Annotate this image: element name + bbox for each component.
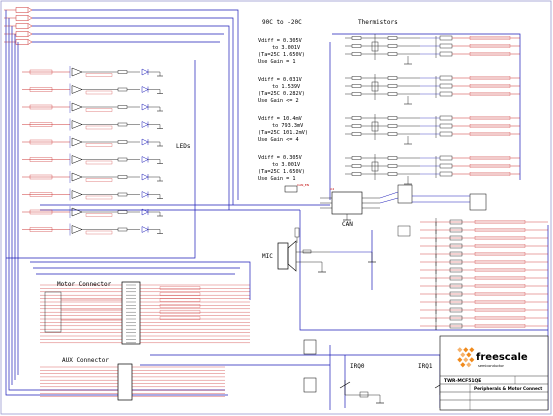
signal-row — [420, 235, 548, 242]
led-row — [22, 153, 163, 166]
svg-text:CAN_EN: CAN_EN — [297, 183, 309, 187]
svg-text:Vdiff = 0.305V: Vdiff = 0.305V — [258, 38, 302, 44]
can-label: CAN — [342, 221, 353, 228]
svg-text:Use Gain <= 4: Use Gain <= 4 — [258, 137, 299, 143]
thermistors-label: Thermistors — [358, 19, 398, 26]
microphone-circuit — [277, 225, 411, 273]
can-transceiver: CAN_EN U4 — [284, 183, 487, 221]
svg-text:to 1.539V: to 1.539V — [272, 84, 300, 90]
mic-label: MIC — [262, 253, 273, 260]
signal-row — [420, 219, 548, 226]
thermistor-group — [345, 114, 520, 145]
signal-row — [420, 307, 548, 314]
svg-text:Vdiff = 0.031V: Vdiff = 0.031V — [258, 77, 302, 83]
signal-row — [420, 283, 548, 290]
thermistor-array — [345, 34, 520, 185]
svg-text:(Ta=25C 101.2mV): (Ta=25C 101.2mV) — [258, 130, 308, 136]
svg-text:(Ta=25C 1.650V): (Ta=25C 1.650V) — [258, 52, 305, 58]
svg-text:Use Gain <= 2: Use Gain <= 2 — [258, 98, 299, 104]
thermistor-group — [345, 74, 520, 105]
motor-connector — [40, 281, 250, 345]
signal-row — [420, 243, 548, 250]
svg-text:Use Gain = 1: Use Gain = 1 — [258, 59, 295, 65]
svg-text:Vdiff = 10.4mV: Vdiff = 10.4mV — [258, 116, 302, 122]
led-row — [22, 118, 163, 131]
irq1-label: IRQ1 — [418, 363, 433, 370]
thermistor-group — [345, 154, 520, 185]
svg-text:to 3.001V: to 3.001V — [272, 45, 300, 51]
signal-row — [420, 259, 548, 266]
page-title: Peripherals & Motor Connect — [474, 386, 542, 391]
signal-row — [420, 315, 548, 322]
thermistor-group — [345, 34, 520, 65]
svg-text:Vdiff = 0.305V: Vdiff = 0.305V — [258, 155, 302, 161]
gain-note-2: Vdiff = 0.031V to 1.539V (Ta=25C 0.282V)… — [258, 77, 305, 104]
schematic-canvas: CAN_EN U4 90C to -20C Thermistors LEDs C… — [0, 0, 552, 415]
svg-text:to 3.001V: to 3.001V — [272, 162, 300, 168]
leds-label: LEDs — [176, 143, 191, 150]
aux-connector-label: AUX Connector — [62, 357, 109, 364]
led-row — [22, 188, 163, 201]
svg-text:U4: U4 — [330, 187, 334, 191]
led-row — [22, 101, 163, 113]
led-row — [22, 66, 163, 78]
led-row — [22, 223, 163, 236]
board-name: TWR-MCF51QE — [444, 378, 481, 384]
aux-connector — [40, 363, 225, 401]
svg-text:(Ta=25C 0.282V): (Ta=25C 0.282V) — [258, 91, 305, 97]
gain-note-3: Vdiff = 10.4mV to 793.3mV (Ta=25C 101.2m… — [258, 116, 308, 143]
svg-text:freescale: freescale — [476, 352, 528, 363]
led-row — [22, 136, 163, 148]
irq0-switch — [303, 339, 384, 404]
svg-text:(Ta=25C 1.650V): (Ta=25C 1.650V) — [258, 169, 305, 175]
gain-note-4: Vdiff = 0.305V to 3.001V (Ta=25C 1.650V)… — [258, 155, 305, 182]
led-row — [22, 206, 163, 218]
right-signal-rows — [420, 218, 548, 330]
signal-row — [420, 251, 548, 258]
signal-row — [420, 291, 548, 298]
svg-text:Use Gain = 1: Use Gain = 1 — [258, 176, 295, 182]
title-block: freescale semiconductor TWR-MCF51QE Peri… — [439, 335, 549, 411]
signal-row — [420, 267, 548, 274]
schematic-sheet: CAN_EN U4 90C to -20C Thermistors LEDs C… — [0, 0, 553, 416]
svg-text:to 793.3mV: to 793.3mV — [272, 123, 303, 129]
signal-row — [420, 275, 548, 282]
temperature-range-label: 90C to -20C — [262, 19, 302, 26]
signal-row — [420, 323, 548, 330]
signal-row — [420, 299, 548, 306]
power-rail-labels — [4, 7, 33, 45]
irq0-label: IRQ0 — [350, 363, 365, 370]
led-row — [22, 171, 163, 183]
led-row — [22, 83, 163, 96]
svg-text:semiconductor: semiconductor — [478, 364, 505, 368]
gain-note-1: Vdiff = 0.305V to 3.001V (Ta=25C 1.650V)… — [258, 38, 305, 65]
motor-connector-label: Motor Connector — [57, 281, 112, 288]
signal-row — [420, 227, 548, 234]
